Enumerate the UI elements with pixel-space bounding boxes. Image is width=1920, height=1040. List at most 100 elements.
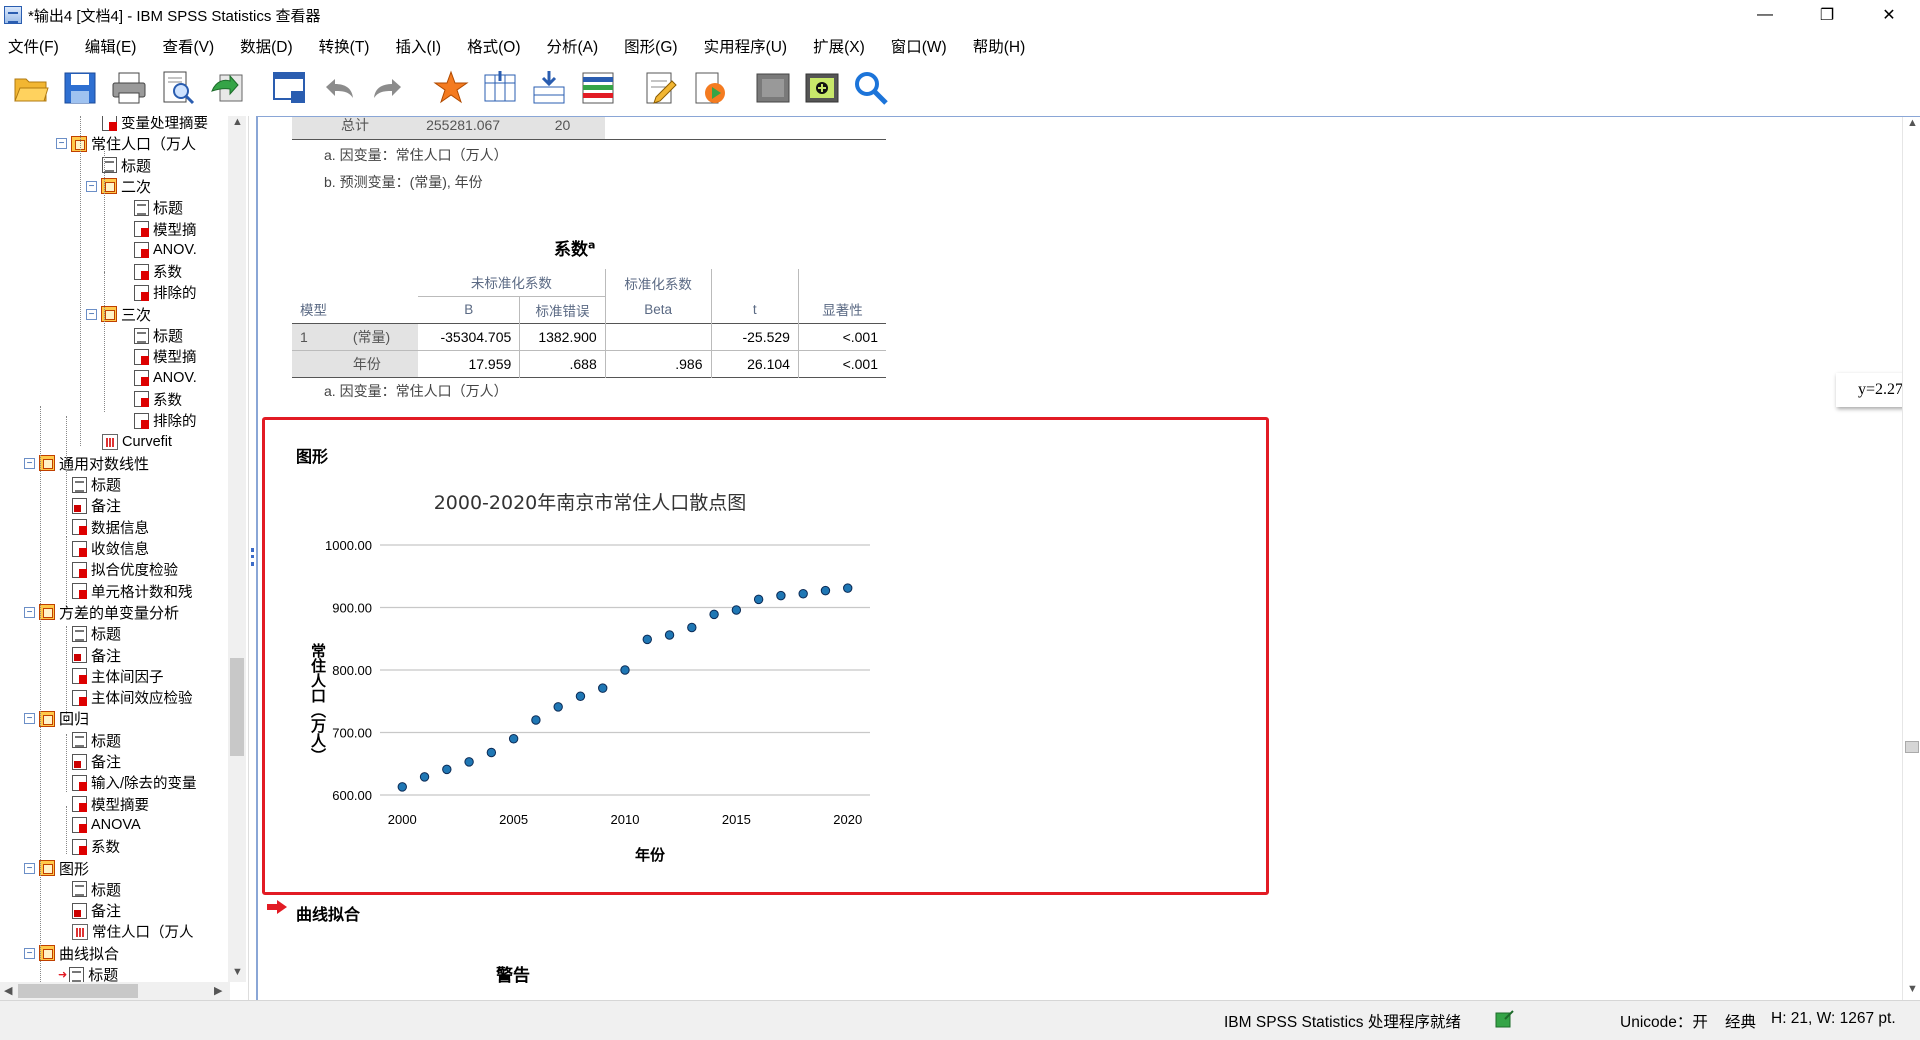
tree-item[interactable]: Curvefit — [102, 432, 172, 453]
menu-edit[interactable]: 编辑(E) — [85, 35, 137, 57]
tree-item[interactable]: 备注 — [72, 751, 121, 772]
tree-hscroll-thumb[interactable] — [18, 984, 138, 998]
tree-item[interactable]: 常住人口（万人 — [72, 921, 194, 942]
goto-variable-icon[interactable] — [479, 67, 521, 109]
collapse-toggle-icon[interactable]: − — [56, 138, 67, 150]
scroll-up-icon[interactable]: ▲ — [232, 116, 243, 128]
scroll-up-icon[interactable]: ▲ — [1907, 117, 1918, 129]
undo-icon[interactable] — [318, 67, 360, 109]
tree-item[interactable]: 排除的 — [134, 410, 197, 431]
tree-item[interactable]: − 图形 — [24, 858, 89, 879]
menu-window[interactable]: 窗口(W) — [891, 35, 947, 57]
print-icon[interactable] — [108, 67, 150, 109]
tree-item[interactable]: 备注 — [72, 900, 121, 921]
variables-icon[interactable] — [577, 67, 619, 109]
find-icon[interactable] — [850, 67, 892, 109]
menu-transform[interactable]: 转换(T) — [319, 35, 370, 57]
menu-file[interactable]: 文件(F) — [8, 35, 59, 57]
close-button[interactable]: ✕ — [1858, 0, 1920, 30]
restore-button[interactable]: ❐ — [1796, 0, 1858, 30]
tree-item[interactable]: 单元格计数和残 — [72, 581, 193, 602]
tree-item[interactable]: 标题 — [72, 879, 121, 900]
menu-view[interactable]: 查看(V) — [162, 35, 214, 57]
open-folder-icon[interactable] — [10, 67, 52, 109]
tree-item[interactable]: 模型摘 — [134, 219, 197, 240]
tree-item[interactable]: ANOV. — [134, 240, 197, 261]
tree-item[interactable]: 标题 — [72, 474, 121, 495]
tree-item[interactable]: − 方差的单变量分析 — [24, 602, 179, 623]
tree-item[interactable]: 排除的 — [134, 282, 197, 303]
tree-item[interactable]: 拟合优度检验 — [72, 559, 178, 580]
menu-format[interactable]: 格式(O) — [467, 35, 520, 57]
menu-help[interactable]: 帮助(H) — [973, 35, 1026, 57]
scroll-down-icon[interactable]: ▼ — [232, 966, 243, 978]
tree-item[interactable]: 输入/除去的变量 — [72, 772, 197, 793]
tree-item[interactable]: 模型摘要 — [72, 794, 149, 815]
tree-horizontal-scrollbar[interactable]: ◀ ▶ — [0, 982, 230, 1000]
minimize-button[interactable]: — — [1734, 0, 1796, 30]
tree-item[interactable]: 标题 — [102, 155, 151, 176]
tree-item[interactable]: 收敛信息 — [72, 538, 149, 559]
recall-dialog-icon[interactable] — [269, 67, 311, 109]
designate-window-icon[interactable] — [640, 67, 682, 109]
tree-item[interactable]: − 二次 — [86, 176, 151, 197]
tree-item[interactable]: 数据信息 — [72, 517, 149, 538]
menu-extensions[interactable]: 扩展(X) — [813, 35, 865, 57]
menu-insert[interactable]: 插入(I) — [395, 35, 441, 57]
collapse-toggle-icon[interactable]: − — [86, 180, 97, 192]
scroll-right-icon[interactable]: ▶ — [214, 984, 222, 997]
tree-item[interactable]: 变量处理摘要 — [102, 116, 208, 133]
collapse-toggle-icon[interactable]: − — [24, 606, 35, 618]
tree-item[interactable]: 主体间效应检验 — [72, 687, 193, 708]
tree-item-label: 二次 — [121, 178, 152, 196]
menu-utilities[interactable]: 实用程序(U) — [704, 35, 788, 57]
tree-item[interactable]: 标题 — [72, 730, 121, 751]
content-vertical-scrollbar[interactable]: ▲ ▼ — [1902, 117, 1920, 1000]
print-preview-icon[interactable] — [157, 67, 199, 109]
tree-item[interactable]: 系数 — [72, 836, 120, 857]
tree-item[interactable]: 标题 — [72, 623, 121, 644]
tree-vertical-scrollbar[interactable]: ▲ ▼ — [228, 116, 246, 982]
collapse-toggle-icon[interactable]: − — [24, 713, 35, 725]
tree-item[interactable]: − 三次 — [86, 304, 151, 325]
tree-item-label: 拟合优度检验 — [91, 563, 178, 580]
tree-item[interactable]: − 曲线拟合 — [24, 943, 119, 964]
collapse-toggle-icon[interactable]: − — [24, 457, 35, 469]
collapse-toggle-icon[interactable]: − — [86, 308, 97, 320]
tree-item[interactable]: 备注 — [72, 495, 121, 516]
redo-icon[interactable] — [367, 67, 409, 109]
tree-item[interactable]: 主体间因子 — [72, 666, 164, 687]
collapse-toggle-icon[interactable]: − — [24, 862, 35, 874]
pane-splitter[interactable] — [248, 116, 256, 1000]
hide-icon[interactable] — [752, 67, 794, 109]
scroll-left-icon[interactable]: ◀ — [4, 984, 12, 997]
tree-item[interactable]: ANOV. — [134, 368, 197, 389]
collapse-toggle-icon[interactable]: − — [24, 947, 35, 959]
splitter-grip[interactable] — [251, 548, 254, 566]
tree-item[interactable]: − 通用对数线性 — [24, 453, 149, 474]
show-all-icon[interactable] — [801, 67, 843, 109]
scroll-down-icon[interactable]: ▼ — [1907, 983, 1918, 995]
tree-item[interactable]: 模型摘 — [134, 346, 197, 367]
save-icon[interactable] — [59, 67, 101, 109]
scatter-chart[interactable]: 2000-2020年南京市常住人口散点图 600.00 700.00 800.00 9… — [284, 485, 904, 889]
export-icon[interactable] — [206, 67, 248, 109]
run-script-icon[interactable] — [689, 67, 731, 109]
tree-scroll-thumb[interactable] — [230, 658, 244, 756]
tree-item[interactable]: 备注 — [72, 645, 121, 666]
goto-case-icon[interactable] — [430, 67, 472, 109]
content-scroll-thumb[interactable] — [1905, 741, 1919, 753]
scatter-point — [508, 734, 519, 744]
tree-item[interactable]: − 回归 — [24, 708, 89, 729]
tree-item[interactable]: ANOVA — [72, 815, 141, 836]
tree-item[interactable]: 系数 — [134, 389, 182, 410]
tree-item[interactable]: 标题 — [134, 197, 183, 218]
tree-connector — [80, 116, 81, 446]
menu-graphs[interactable]: 图形(G) — [624, 35, 677, 57]
tree-item[interactable]: 标题 — [134, 325, 183, 346]
insert-cases-icon[interactable] — [528, 67, 570, 109]
tree-item[interactable]: − 常住人口（万人 — [56, 133, 196, 154]
menu-data[interactable]: 数据(D) — [240, 35, 293, 57]
menu-analyze[interactable]: 分析(A) — [547, 35, 599, 57]
tree-item[interactable]: 系数 — [134, 261, 182, 282]
